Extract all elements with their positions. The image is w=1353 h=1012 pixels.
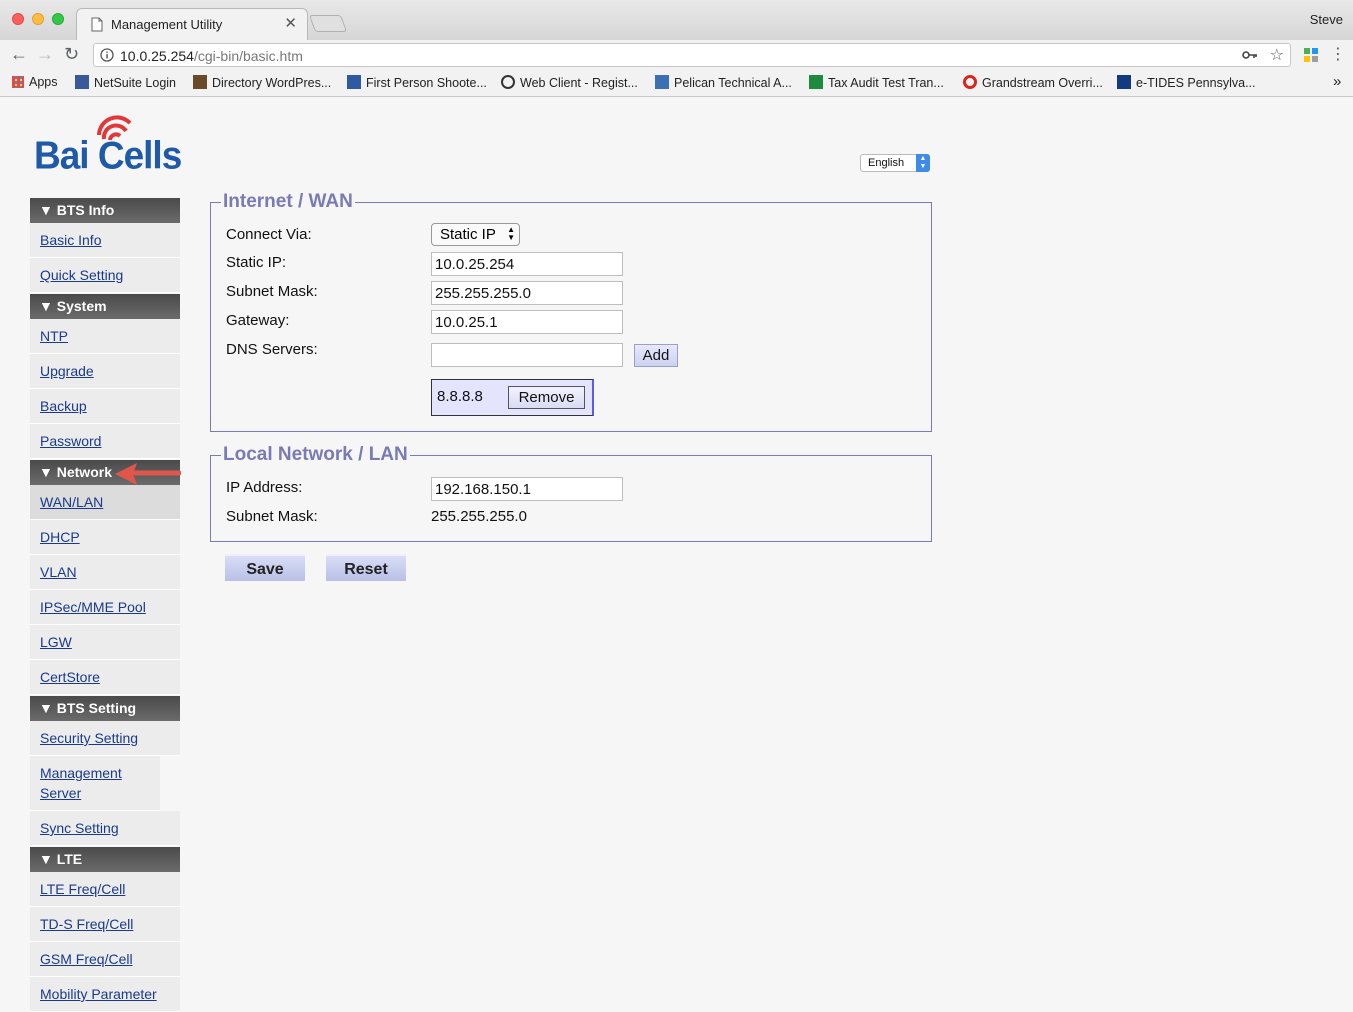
static-ip-label: Static IP: (226, 254, 287, 271)
sidebar-item-gsm-freq[interactable]: GSM Freq/Cell (30, 942, 180, 977)
lan-subnet-value: 255.255.255.0 (431, 508, 527, 525)
menu-icon[interactable]: ⋮ (1330, 44, 1346, 64)
lan-subnet-label: Subnet Mask: (226, 508, 318, 525)
sidebar-section-bts-info[interactable]: ▼ BTS Info (30, 198, 180, 223)
gateway-label: Gateway: (226, 312, 290, 329)
bookmark-grandstream[interactable]: Grandstream Overri... (963, 75, 1103, 90)
maximize-window-button[interactable] (52, 13, 64, 25)
language-select[interactable]: English ▲ ▼ (860, 154, 930, 172)
bookmark-fps[interactable]: First Person Shoote... (347, 75, 487, 90)
sidebar-item-ipsec[interactable]: IPSec/MME Pool (30, 590, 180, 625)
connect-via-select[interactable]: Static IP ▲ ▼ (431, 223, 520, 246)
web-client-icon (501, 75, 515, 89)
baicells-logo: Bai Cells (34, 113, 190, 179)
sidebar-item-tds-freq[interactable]: TD-S Freq/Cell (30, 907, 180, 942)
dns-server-list: 8.8.8.8 Remove (431, 379, 594, 416)
dns-entry: 8.8.8.8 (437, 388, 483, 405)
sidebar-item-dhcp[interactable]: DHCP (30, 520, 180, 555)
sidebar-item-certstore[interactable]: CertStore (30, 660, 180, 695)
info-icon (100, 48, 114, 62)
select-arrows-icon: ▲ ▼ (916, 154, 930, 172)
gateway-input[interactable] (431, 310, 623, 334)
page-icon (91, 17, 103, 32)
minimize-window-button[interactable] (32, 13, 44, 25)
browser-titlebar: Management Utility ✕ Steve (0, 0, 1353, 40)
address-bar[interactable]: 10.0.25.254/cgi-bin/basic.htm ☆ (93, 43, 1291, 67)
browser-toolbar: ← → ↻ 10.0.25.254/cgi-bin/basic.htm ☆ ⋮ (0, 40, 1353, 70)
lan-legend: Local Network / LAN (223, 444, 408, 465)
fps-icon (347, 75, 361, 89)
red-arrow-annotation (115, 463, 181, 485)
dns-servers-label: DNS Servers: (226, 341, 318, 358)
sidebar-nav: ▼ BTS Info Basic Info Quick Setting ▼ Sy… (30, 197, 180, 1012)
dns-server-input[interactable] (431, 343, 623, 367)
sidebar-section-system[interactable]: ▼ System (30, 294, 180, 319)
bookmark-web-client[interactable]: Web Client - Regist... (501, 75, 638, 90)
sidebar-item-upgrade[interactable]: Upgrade (30, 354, 180, 389)
url-text: 10.0.25.254/cgi-bin/basic.htm (120, 48, 303, 64)
extension-icon[interactable] (1303, 47, 1319, 63)
browser-tab[interactable]: Management Utility ✕ (76, 8, 308, 40)
sidebar-item-vlan[interactable]: VLAN (30, 555, 180, 590)
sidebar-section-lte[interactable]: ▼ LTE (30, 847, 180, 872)
subnet-mask-label: Subnet Mask: (226, 283, 318, 300)
bookmark-star-icon[interactable]: ☆ (1270, 45, 1284, 65)
subnet-mask-input[interactable] (431, 281, 623, 305)
bookmark-netsuite[interactable]: NetSuite Login (75, 75, 176, 90)
bookmark-tax-audit[interactable]: Tax Audit Test Tran... (809, 75, 944, 90)
connect-via-label: Connect Via: (226, 226, 312, 243)
sidebar-item-sync-setting[interactable]: Sync Setting (30, 811, 180, 846)
sidebar-item-management-server[interactable]: Management Server (30, 756, 160, 811)
bookmark-wordpress[interactable]: Directory WordPres... (193, 75, 331, 90)
page-content: Bai Cells English ▲ ▼ ▼ BTS Info Basic In… (0, 97, 1353, 1012)
sidebar-item-security-setting[interactable]: Security Setting (30, 721, 180, 756)
grandstream-icon (963, 75, 977, 89)
netsuite-icon (75, 75, 89, 89)
lan-ip-label: IP Address: (226, 479, 303, 496)
sidebar-item-lte-freq[interactable]: LTE Freq/Cell (30, 872, 180, 907)
add-dns-button[interactable]: Add (634, 344, 678, 367)
back-icon[interactable]: ← (10, 44, 28, 65)
save-button[interactable]: Save (225, 554, 305, 581)
new-tab-button[interactable] (308, 15, 348, 32)
reload-icon[interactable]: ↻ (64, 44, 79, 65)
pelican-icon (655, 75, 669, 89)
bookmarks-overflow-icon[interactable]: » (1333, 73, 1341, 90)
spreadsheet-icon (809, 75, 823, 89)
reset-button[interactable]: Reset (326, 554, 406, 581)
sidebar-section-bts-setting[interactable]: ▼ BTS Setting (30, 696, 180, 721)
sidebar-item-password[interactable]: Password (30, 424, 180, 459)
forward-icon[interactable]: → (36, 44, 54, 65)
sidebar-item-basic-info[interactable]: Basic Info (30, 223, 180, 258)
profile-name[interactable]: Steve (1310, 12, 1343, 27)
sidebar-item-quick-setting[interactable]: Quick Setting (30, 258, 180, 293)
sidebar-item-ntp[interactable]: NTP (30, 319, 180, 354)
select-arrows-icon: ▲ ▼ (507, 225, 515, 242)
logo-text: Bai Cells (34, 133, 182, 177)
bookmark-apps[interactable]: Apps (12, 75, 58, 89)
static-ip-input[interactable] (431, 252, 623, 276)
sidebar-item-wan-lan[interactable]: WAN/LAN (30, 485, 180, 520)
key-icon[interactable] (1242, 50, 1258, 60)
wordpress-icon (193, 75, 207, 89)
sidebar-item-mobility[interactable]: Mobility Parameter (30, 977, 180, 1012)
sidebar-item-lgw[interactable]: LGW (30, 625, 180, 660)
bookmark-pelican[interactable]: Pelican Technical A... (655, 75, 792, 90)
lan-ip-input[interactable] (431, 477, 623, 501)
apps-grid-icon (12, 76, 24, 88)
sidebar-item-backup[interactable]: Backup (30, 389, 180, 424)
bookmark-etides[interactable]: e-TIDES Pennsylva... (1117, 75, 1256, 90)
tab-close-icon[interactable]: ✕ (284, 14, 297, 32)
remove-dns-button[interactable]: Remove (508, 386, 585, 409)
tab-title: Management Utility (111, 17, 223, 32)
wan-legend: Internet / WAN (223, 191, 353, 212)
bookmarks-bar: Apps NetSuite Login Directory WordPres..… (0, 70, 1353, 97)
etides-icon (1117, 75, 1131, 89)
close-window-button[interactable] (12, 13, 24, 25)
